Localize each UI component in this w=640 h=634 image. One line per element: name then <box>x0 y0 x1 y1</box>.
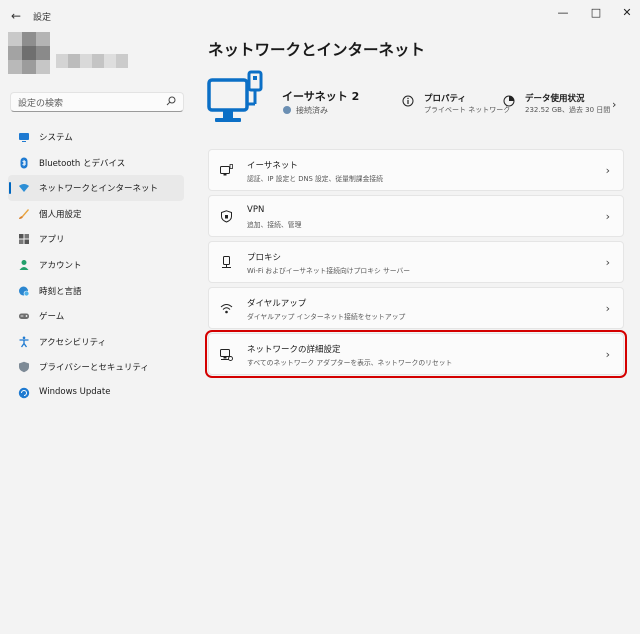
proxy-icon <box>222 256 231 268</box>
ethernet-hero-icon <box>207 70 263 122</box>
card-subtitle: すべてのネットワーク アダプターを表示、ネットワークのリセット <box>247 359 453 367</box>
chevron-right-icon: › <box>605 348 610 361</box>
card-title: イーサネット <box>247 161 298 171</box>
card-ethernet[interactable]: イーサネット 認証、IP 設定と DNS 設定、従量制課金接続 › <box>208 149 624 191</box>
card-subtitle: 追加、接続、管理 <box>247 221 302 229</box>
settings-window: ← 設定 — □ ✕ 設定の検索 システム Bluetooth とデバイス ネッ… <box>0 0 640 634</box>
sidebar-item-label: Bluetooth とデバイス <box>39 158 126 169</box>
card-dialup[interactable]: ダイヤルアップ ダイヤルアップ インターネット接続をセットアップ › <box>208 287 624 329</box>
card-vpn[interactable]: VPN 追加、接続、管理 › <box>208 195 624 237</box>
back-button[interactable]: ← <box>8 8 24 24</box>
data-usage-title: データ使用状況 <box>525 94 585 104</box>
sidebar-item-accounts[interactable]: アカウント <box>8 252 184 278</box>
sidebar-item-label: アプリ <box>39 235 65 246</box>
title-bar: ← 設定 — □ ✕ <box>0 0 640 32</box>
gamepad-icon <box>19 313 29 320</box>
data-usage-subtitle: 232.52 GB、過去 30 日間 <box>525 106 611 114</box>
active-indicator <box>9 182 11 195</box>
minimize-button[interactable]: — <box>552 4 574 22</box>
connection-name: イーサネット 2 <box>282 90 360 103</box>
maximize-button[interactable]: □ <box>585 4 607 22</box>
chevron-right-icon: › <box>605 164 610 177</box>
sidebar-nav: システム Bluetooth とデバイス ネットワークとインターネット 個人用設… <box>8 124 184 406</box>
card-subtitle: Wi-Fi およびイーサネット接続向けプロキシ サーバー <box>247 267 411 275</box>
card-subtitle: ダイヤルアップ インターネット接続をセットアップ <box>247 313 406 321</box>
sidebar-item-gaming[interactable]: ゲーム <box>8 303 184 329</box>
monitor-icon <box>19 133 29 142</box>
properties-subtitle: プライベート ネットワーク <box>424 106 511 114</box>
person-icon <box>19 259 29 270</box>
sidebar-item-privacy[interactable]: プライバシーとセキュリティ <box>8 354 184 380</box>
sidebar-item-label: 時刻と言語 <box>39 286 82 297</box>
card-advanced-network-settings[interactable]: ネットワークの詳細設定 すべてのネットワーク アダプターを表示、ネットワークのリ… <box>205 330 627 378</box>
card-subtitle: 認証、IP 設定と DNS 設定、従量制課金接続 <box>247 175 383 183</box>
card-proxy[interactable]: プロキシ Wi-Fi およびイーサネット接続向けプロキシ サーバー › <box>208 241 624 283</box>
chevron-right-icon: › <box>605 302 610 315</box>
card-title: プロキシ <box>247 253 282 263</box>
sidebar-item-bluetooth[interactable]: Bluetooth とデバイス <box>8 150 184 176</box>
pie-chart-icon <box>503 95 515 107</box>
card-title: ダイヤルアップ <box>247 299 307 309</box>
connected-globe-icon <box>283 106 291 114</box>
sidebar-item-accessibility[interactable]: アクセシビリティ <box>8 329 184 355</box>
apps-icon <box>19 234 29 245</box>
update-icon <box>18 387 30 399</box>
shield-icon <box>19 362 29 373</box>
chevron-right-icon[interactable]: › <box>612 98 616 111</box>
settings-cards: イーサネット 認証、IP 設定と DNS 設定、従量制課金接続 › VPN 追加… <box>205 149 627 379</box>
wifi-icon <box>19 184 29 193</box>
bluetooth-icon <box>20 157 28 169</box>
sidebar-item-time-language[interactable]: 時刻と言語 <box>8 278 184 304</box>
sidebar-item-label: ネットワークとインターネット <box>39 184 159 195</box>
search-icon <box>166 96 176 106</box>
profile-name-blurred <box>56 54 136 68</box>
sidebar-item-windows-update[interactable]: Windows Update <box>8 380 184 406</box>
sidebar-item-label: アクセシビリティ <box>39 337 107 348</box>
sidebar-item-label: 個人用設定 <box>39 209 82 220</box>
chevron-right-icon: › <box>605 256 610 269</box>
dialup-icon <box>220 304 233 314</box>
chevron-right-icon: › <box>605 210 610 223</box>
sidebar-item-label: システム <box>39 133 73 143</box>
accessibility-icon <box>19 336 29 348</box>
search-placeholder: 設定の検索 <box>18 99 64 109</box>
brush-icon <box>19 208 29 219</box>
sidebar-item-label: ゲーム <box>39 312 65 323</box>
card-title: VPN <box>247 205 265 215</box>
ethernet-icon <box>220 164 233 176</box>
card-title: ネットワークの詳細設定 <box>247 345 341 355</box>
connection-status: 接続済み <box>296 106 328 115</box>
info-icon <box>402 95 414 107</box>
properties-title: プロパティ <box>424 94 466 104</box>
sidebar-item-system[interactable]: システム <box>8 124 184 150</box>
globe-clock-icon <box>19 286 30 296</box>
sidebar-item-label: プライバシーとセキュリティ <box>39 363 149 374</box>
vpn-shield-icon <box>221 210 232 223</box>
avatar[interactable] <box>8 32 50 74</box>
search-input[interactable]: 設定の検索 <box>10 92 184 112</box>
sidebar-item-personalization[interactable]: 個人用設定 <box>8 201 184 227</box>
sidebar-item-apps[interactable]: アプリ <box>8 226 184 252</box>
sidebar-item-label: Windows Update <box>39 386 111 397</box>
advanced-network-icon <box>220 349 233 361</box>
page-title: ネットワークとインターネット <box>208 41 426 59</box>
sidebar-item-label: アカウント <box>39 260 82 271</box>
close-button[interactable]: ✕ <box>616 4 638 22</box>
sidebar-item-network[interactable]: ネットワークとインターネット <box>8 175 184 201</box>
window-title: 設定 <box>33 13 52 23</box>
